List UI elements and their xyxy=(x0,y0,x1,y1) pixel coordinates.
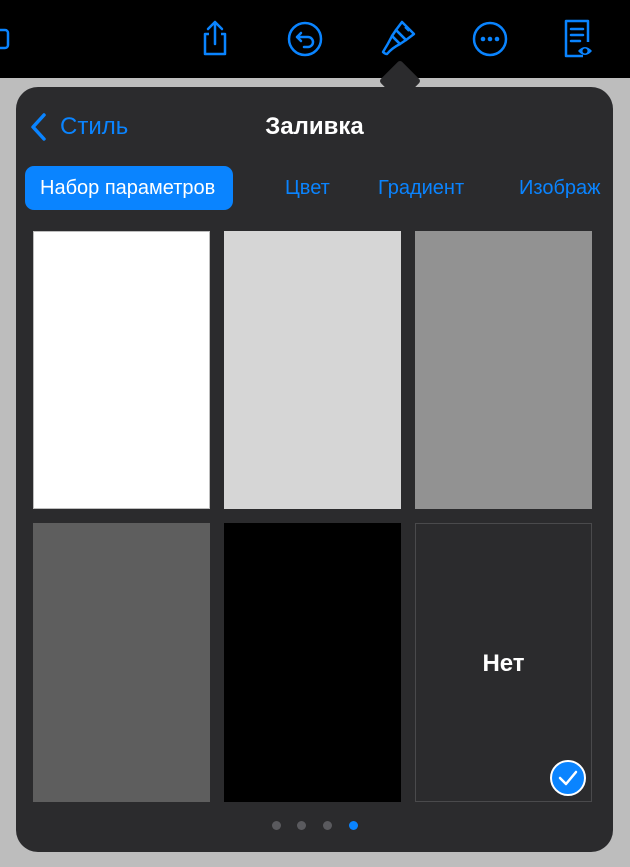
swatch-gray[interactable] xyxy=(415,231,592,509)
toolbar xyxy=(0,0,630,78)
reader-view-icon[interactable] xyxy=(560,18,600,58)
fill-popover: Стиль Заливка Набор параметров Цвет Град… xyxy=(16,87,613,852)
swatch-light-gray[interactable] xyxy=(224,231,401,509)
swatch-none-label: Нет xyxy=(482,650,525,677)
swatch-black[interactable] xyxy=(224,523,401,802)
popover-title: Заливка xyxy=(265,113,364,140)
undo-icon[interactable] xyxy=(285,18,325,58)
checkmark-icon xyxy=(550,760,586,796)
paintbrush-icon[interactable] xyxy=(378,18,418,58)
more-icon[interactable] xyxy=(470,18,510,58)
page-dot-2[interactable] xyxy=(297,821,306,830)
tab-image[interactable]: Изображ xyxy=(519,166,601,210)
tab-color[interactable]: Цвет xyxy=(285,166,330,210)
sidebar-icon[interactable] xyxy=(0,28,10,50)
swatch-white[interactable] xyxy=(33,231,210,509)
page-dot-3[interactable] xyxy=(323,821,332,830)
share-icon[interactable] xyxy=(195,18,235,58)
tab-presets[interactable]: Набор параметров xyxy=(25,166,234,210)
tab-gradient[interactable]: Градиент xyxy=(378,166,464,210)
swatch-dark-gray[interactable] xyxy=(33,523,210,802)
fill-type-tabs: Набор параметров Цвет Градиент Изображ xyxy=(25,166,613,210)
page-dot-4[interactable] xyxy=(349,821,358,830)
swatch-none[interactable]: Нет xyxy=(415,523,592,802)
page-indicator xyxy=(272,821,362,831)
page-dot-1[interactable] xyxy=(272,821,281,830)
